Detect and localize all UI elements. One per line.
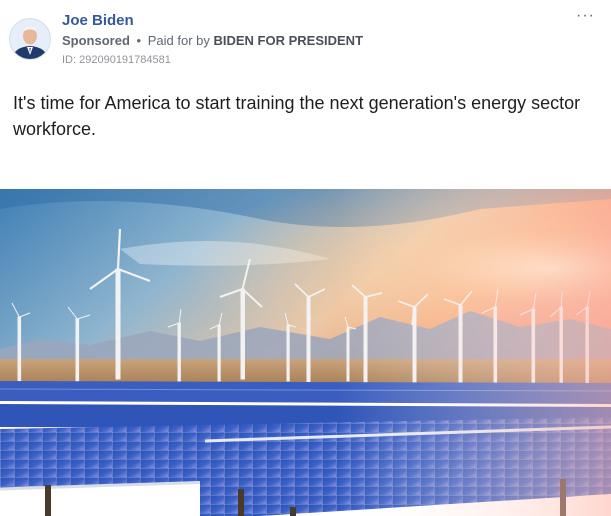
avatar-portrait-icon: [10, 19, 50, 59]
post-image[interactable]: [0, 189, 611, 516]
more-horizontal-icon[interactable]: ···: [576, 8, 595, 24]
author-avatar[interactable]: [9, 18, 51, 60]
author-name[interactable]: Joe Biden: [62, 12, 134, 29]
post-header: Joe Biden Sponsored • Paid for by BIDEN …: [0, 0, 611, 80]
post-text: It's time for America to start training …: [13, 93, 581, 139]
separator-dot: •: [136, 33, 142, 48]
solar-wind-farm-image: [0, 189, 611, 516]
paid-for-label: Paid for by: [147, 33, 210, 48]
sponsor-line: Sponsored • Paid for by BIDEN FOR PRESID…: [62, 33, 363, 48]
sponsored-label[interactable]: Sponsored: [62, 33, 130, 48]
payer-name[interactable]: BIDEN FOR PRESIDENT: [214, 33, 364, 48]
ad-id: ID: 292090191784581: [62, 54, 171, 66]
